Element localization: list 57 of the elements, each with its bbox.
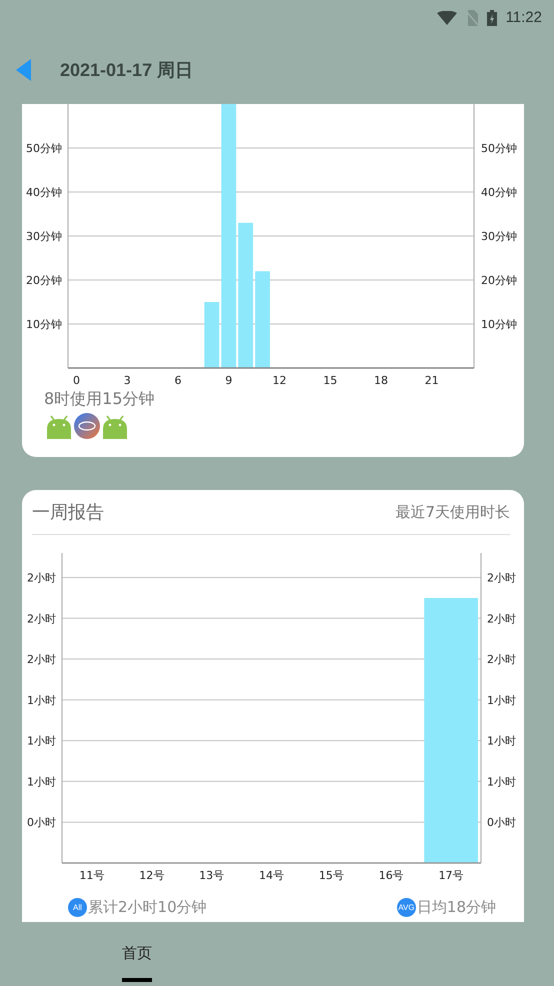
axis-label: 15号 — [318, 869, 344, 882]
battery-charging-icon — [486, 10, 497, 26]
no-sim-icon — [466, 10, 478, 26]
axis-label: 9 — [225, 374, 232, 387]
axis-label: 1小时 — [27, 775, 56, 788]
axis-label: 2小时 — [27, 612, 56, 626]
axis-label: 1小时 — [487, 734, 516, 748]
axis-label: 13号 — [199, 869, 224, 882]
axis-label: 2小时 — [487, 612, 516, 626]
axis-label: 40分钟 — [481, 186, 517, 199]
axis-label: 3 — [124, 374, 131, 387]
card-title: 一周报告 — [32, 501, 104, 524]
axis-label: 17号 — [438, 869, 464, 882]
axis-label: 40分钟 — [26, 186, 62, 199]
axis-label: 0 — [72, 374, 80, 387]
app-icon[interactable] — [74, 413, 100, 439]
axis-label: 20分钟 — [481, 274, 517, 287]
nav-tab[interactable]: 首页 — [122, 922, 152, 982]
axis-label: 30分钟 — [26, 230, 62, 243]
android-app-icon[interactable] — [46, 415, 72, 439]
axis-label: 1小时 — [487, 694, 516, 707]
summary-badge: AVG — [396, 898, 416, 917]
axis-label: 12 — [272, 374, 286, 387]
back-icon[interactable] — [16, 58, 31, 80]
usage-caption: 8时使用15分钟 — [44, 389, 156, 409]
axis-label: 14号 — [259, 869, 284, 882]
axis-label: 0小时 — [487, 816, 516, 830]
card-subtitle: 最近7天使用时长 — [395, 502, 510, 522]
page-title: 2021-01-17 周日 — [60, 58, 194, 82]
axis-label: 2小时 — [27, 653, 56, 666]
summary-text: 累计2小时10分钟 — [88, 898, 207, 917]
axis-label: 2小时 — [487, 571, 516, 584]
status-time: 11:22 — [506, 9, 542, 26]
axis-label: 21 — [424, 374, 439, 387]
axis-label: 16号 — [378, 869, 404, 882]
summary-text: 日均18分钟 — [416, 898, 496, 917]
summary-badge: All — [68, 898, 87, 917]
axis-label: 10分钟 — [26, 318, 62, 331]
axis-label: 15 — [323, 374, 338, 387]
axis-label: 18 — [374, 374, 388, 387]
axis-label: 6 — [174, 374, 182, 387]
axis-label: 0小时 — [27, 816, 56, 830]
axis-label: 1小时 — [27, 694, 56, 707]
android-app-icon[interactable] — [102, 415, 128, 439]
axis-label: 1小时 — [487, 775, 516, 788]
axis-label: 2小时 — [27, 571, 56, 584]
axis-label: 10分钟 — [481, 318, 517, 331]
axis-label: 11号 — [79, 869, 104, 882]
chart-bar — [204, 302, 220, 368]
axis-label: 20分钟 — [26, 274, 62, 287]
axis-label: 50分钟 — [481, 142, 517, 155]
axis-label: 30分钟 — [481, 230, 517, 243]
axis-label: 50分钟 — [26, 142, 62, 155]
wifi-icon — [436, 10, 457, 24]
axis-label: 1小时 — [27, 734, 56, 748]
axis-label: 12号 — [139, 869, 164, 882]
axis-label: 2小时 — [487, 653, 516, 666]
